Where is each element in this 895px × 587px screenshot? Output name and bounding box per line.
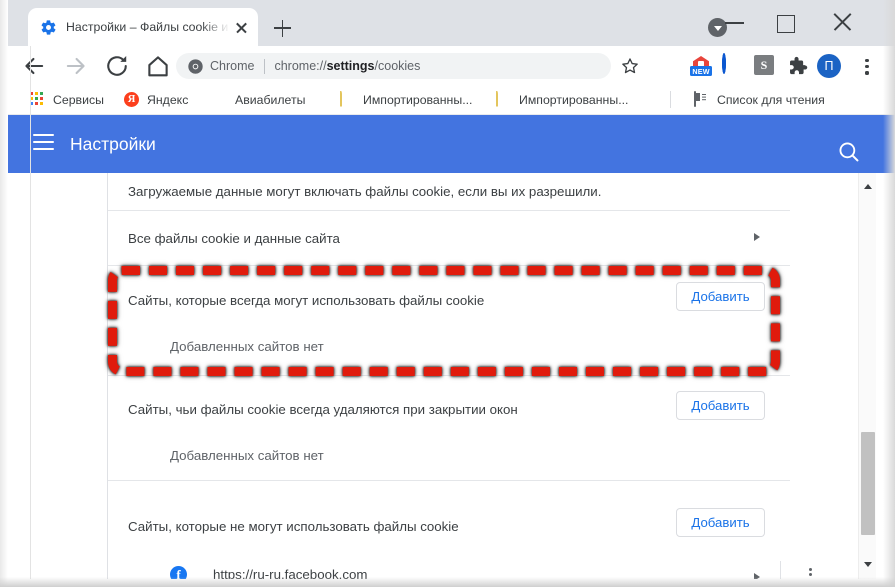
- tab-title: Настройки – Файлы cookie и др: [66, 20, 230, 34]
- settings-header: Настройки: [0, 115, 895, 173]
- hamburger-menu-icon[interactable]: [33, 134, 54, 150]
- bookmark-folder-imported-2[interactable]: Импортированны...: [490, 88, 634, 111]
- bookmark-services[interactable]: Сервисы: [24, 88, 110, 111]
- section-title: Сайты, которые всегда могут использовать…: [128, 293, 485, 308]
- apps-grid-icon: [30, 91, 46, 108]
- lock-icon[interactable]: [658, 55, 680, 77]
- address-bar-url: chrome://settings/cookies: [274, 59, 420, 73]
- puzzle-icon[interactable]: [786, 55, 808, 77]
- bookmark-label: Авиабилеты: [235, 92, 306, 107]
- avatar-letter: П: [824, 59, 834, 73]
- section-clear-on-exit: Сайты, чьи файлы cookie всегда удаляются…: [108, 376, 790, 481]
- all-cookies-label: Все файлы cookie и данные сайта: [128, 231, 340, 246]
- bookmark-star-icon[interactable]: [620, 56, 640, 76]
- browser-tab-settings[interactable]: Настройки – Файлы cookie и др: [28, 8, 258, 46]
- add-button-always-allow[interactable]: Добавить: [676, 282, 765, 311]
- back-icon[interactable]: [20, 52, 48, 80]
- page-title: Настройки: [70, 133, 156, 154]
- browser-window: Настройки – Файлы cookie и др Chrome chr…: [0, 0, 895, 587]
- s-square-icon[interactable]: S: [754, 55, 776, 77]
- settings-page-body: Загружаемые данные могут включать файлы …: [0, 173, 895, 579]
- bookmark-label: Сервисы: [53, 92, 104, 107]
- tab-strip: Настройки – Файлы cookie и др: [0, 0, 895, 46]
- chrome-menu-icon[interactable]: [856, 55, 878, 77]
- bookmark-label: Импортированны...: [519, 92, 629, 107]
- folder-icon: [496, 90, 512, 108]
- scroll-up-arrow-icon[interactable]: [859, 177, 877, 195]
- globe-icon: [212, 92, 228, 108]
- empty-state-text: Добавленных сайтов нет: [170, 339, 324, 354]
- browser-toolbar: Chrome chrome://settings/cookies NEW S П: [0, 46, 895, 84]
- new-tab-button[interactable]: [268, 14, 296, 42]
- section-title: Сайты, которые не могут использовать фай…: [128, 519, 459, 534]
- yandex-icon: Я: [124, 91, 140, 108]
- bookmark-label: Импортированны...: [363, 92, 473, 107]
- add-button-always-block[interactable]: Добавить: [676, 508, 765, 537]
- section-always-block: Сайты, которые не могут использовать фай…: [108, 481, 812, 579]
- chevron-right-icon[interactable]: [754, 233, 760, 241]
- reload-icon[interactable]: [103, 52, 131, 80]
- reading-list-button[interactable]: Список для чтения: [688, 88, 831, 111]
- add-button-clear-on-exit[interactable]: Добавить: [676, 391, 765, 420]
- s-square-label: S: [754, 55, 774, 75]
- search-icon[interactable]: [836, 139, 862, 165]
- page-scrollbar[interactable]: [858, 173, 876, 579]
- bookmark-label: Яндекс: [147, 92, 189, 107]
- downloads-notice-row: Загружаемые данные могут включать файлы …: [108, 173, 790, 211]
- section-always-allow: Сайты, которые всегда могут использовать…: [108, 266, 790, 376]
- chrome-logo-icon: [188, 58, 203, 74]
- chrome-badge-label: Chrome: [210, 59, 255, 73]
- bookmarks-bar: Сервисы Я Яндекс Авиабилеты Импортирован…: [0, 84, 895, 115]
- reading-list-label: Список для чтения: [717, 92, 825, 107]
- scrollbar-thumb[interactable]: [861, 432, 875, 535]
- window-frame-right: [883, 0, 895, 587]
- omnibox-divider: [264, 58, 266, 74]
- address-bar[interactable]: Chrome chrome://settings/cookies: [176, 53, 611, 79]
- cookies-settings-card: Загружаемые данные могут включать файлы …: [108, 173, 858, 579]
- close-icon[interactable]: [232, 18, 250, 36]
- new-badge-label: NEW: [690, 66, 712, 76]
- scroll-down-arrow-icon[interactable]: [859, 555, 877, 573]
- close-window-button[interactable]: [820, 6, 866, 38]
- window-frame-bottom: [0, 577, 895, 587]
- bookmark-aviabilety[interactable]: Авиабилеты: [206, 88, 311, 111]
- chrome-badge: Chrome: [188, 58, 255, 74]
- window-frame-left: [0, 0, 8, 587]
- url-prefix: chrome://: [274, 59, 327, 73]
- clock-icon[interactable]: [722, 53, 744, 77]
- tabstrip-top-edge: [0, 0, 895, 6]
- section-title: Сайты, чьи файлы cookie всегда удаляются…: [128, 402, 518, 417]
- content-gutter-line: [30, 46, 31, 579]
- new-badge-icon[interactable]: NEW: [690, 55, 712, 77]
- empty-state-text: Добавленных сайтов нет: [170, 448, 324, 463]
- downloads-notice-text: Загружаемые данные могут включать файлы …: [128, 184, 602, 199]
- home-icon[interactable]: [144, 52, 172, 80]
- avatar[interactable]: П: [817, 54, 841, 78]
- forward-icon[interactable]: [62, 52, 90, 80]
- folder-icon: [340, 90, 356, 108]
- bookmark-yandex[interactable]: Я Яндекс: [118, 88, 194, 111]
- url-suffix: /cookies: [374, 59, 421, 73]
- all-cookies-row[interactable]: Все файлы cookie и данные сайта: [108, 211, 790, 266]
- settings-sidebar: [30, 173, 108, 579]
- gear-icon: [40, 19, 57, 36]
- bookmark-folder-imported-1[interactable]: Импортированны...: [334, 88, 478, 111]
- url-bold-part: settings: [326, 59, 375, 73]
- bookmarks-divider: [670, 91, 671, 108]
- maximize-button[interactable]: [762, 6, 808, 38]
- minimize-button[interactable]: [712, 6, 758, 38]
- reading-list-icon: [694, 90, 710, 108]
